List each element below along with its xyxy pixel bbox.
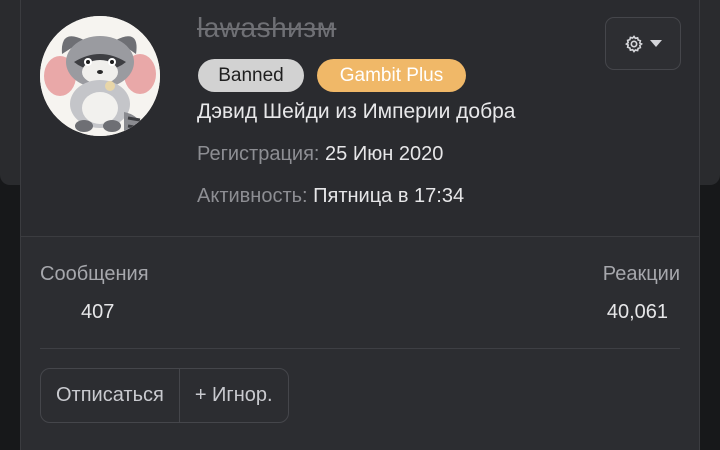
unsubscribe-button[interactable]: Отписаться — [41, 369, 179, 422]
gambit-plus-badge: Gambit Plus — [317, 59, 466, 92]
activity-line: Активность: Пятница в 17:34 — [197, 185, 464, 208]
raccoon-avatar-image — [40, 16, 160, 136]
member-card: lawashизм Banned Gambit Plus Дэвид Шейди… — [20, 0, 700, 450]
caret-down-icon — [650, 39, 662, 47]
member-actions: Отписаться + Игнор. — [40, 368, 289, 423]
user-title: Дэвид Шейди из Империи добра — [197, 100, 516, 123]
messages-label: Сообщения — [40, 263, 149, 285]
background-panel-left — [0, 0, 20, 185]
username[interactable]: lawashизм — [197, 12, 336, 44]
activity-label: Активность: — [197, 185, 308, 207]
gear-icon — [625, 34, 643, 53]
reactions-count[interactable]: 40,061 — [607, 301, 668, 324]
member-header: lawashизм Banned Gambit Plus Дэвид Шейди… — [21, 0, 699, 237]
registration-date: 25 Июн 2020 — [325, 143, 444, 165]
divider — [40, 348, 680, 349]
settings-dropdown-button[interactable] — [605, 17, 681, 70]
reactions-label: Реакции — [602, 263, 680, 285]
avatar[interactable] — [40, 16, 160, 136]
messages-count[interactable]: 407 — [81, 301, 114, 324]
registration-line: Регистрация: 25 Июн 2020 — [197, 143, 443, 166]
background-panel-right — [700, 0, 720, 185]
activity-time[interactable]: Пятница в 17:34 — [313, 185, 464, 207]
banned-badge: Banned — [198, 59, 304, 92]
ignore-button[interactable]: + Игнор. — [178, 369, 288, 422]
registration-label: Регистрация: — [197, 143, 320, 165]
